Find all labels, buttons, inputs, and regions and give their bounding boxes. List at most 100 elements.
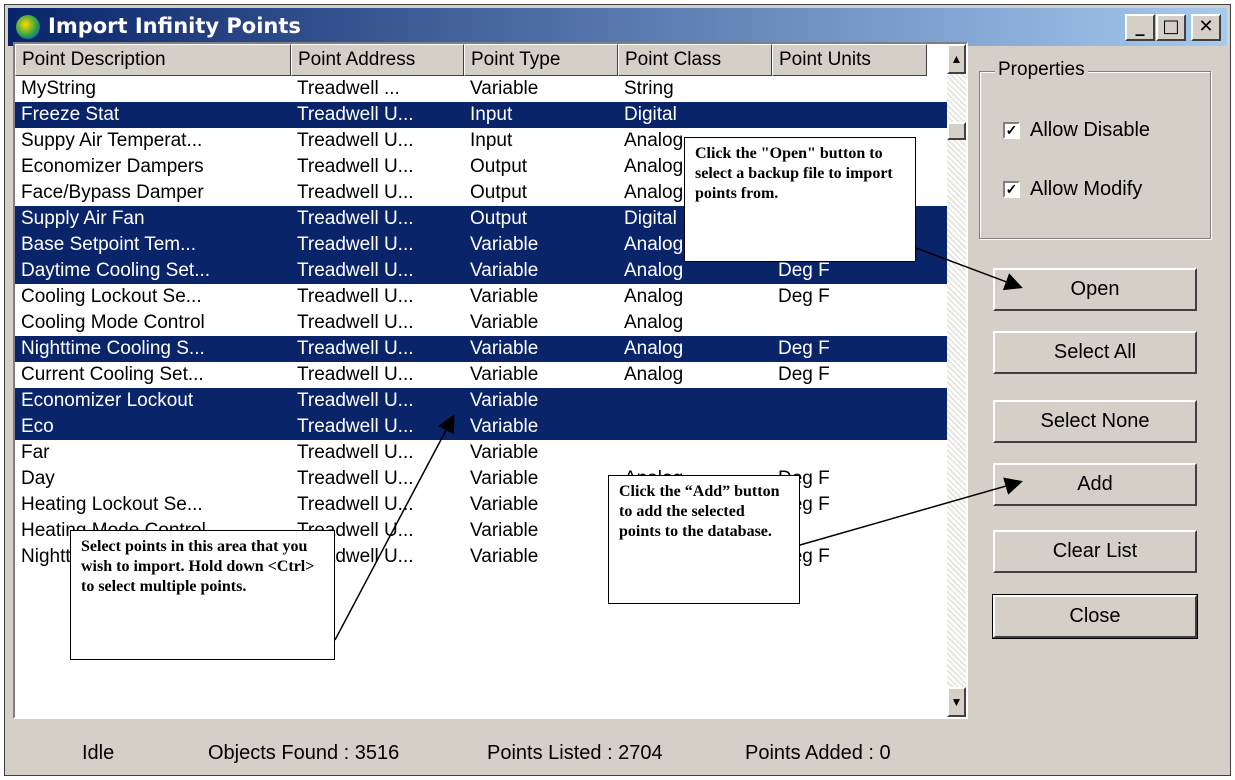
- cell-units: [772, 102, 927, 128]
- scroll-thumb[interactable]: [947, 122, 966, 140]
- cell-class: [618, 440, 772, 466]
- cell-type: Variable: [470, 312, 539, 333]
- cell-address: Treadwell U...: [297, 234, 414, 255]
- cell-address: Treadwell U...: [297, 494, 414, 515]
- select-none-button[interactable]: Select None: [993, 400, 1197, 443]
- cell-type: Variable: [470, 234, 539, 255]
- cell-type: Variable: [470, 442, 539, 463]
- table-row[interactable]: Nighttime Cooling S... Treadwell U... Vari…: [15, 336, 947, 362]
- cell-address: Treadwell U...: [297, 104, 414, 125]
- cell-type: Output: [470, 182, 528, 203]
- allow-disable-checkbox[interactable]: ✓: [1003, 122, 1020, 139]
- maximize-button[interactable]: □: [1156, 14, 1186, 41]
- infinity-app-icon: [16, 15, 40, 39]
- cell-type: Output: [470, 208, 528, 229]
- cell-class: Analog: [624, 338, 684, 359]
- cell-units: [772, 310, 927, 336]
- cell-description: MyString: [21, 78, 96, 99]
- cell-address: Treadwell U...: [297, 416, 414, 437]
- status-points-listed: Points Listed : 2704: [487, 742, 663, 764]
- window-title: Import Infinity Points: [48, 14, 301, 38]
- cell-units: [772, 440, 927, 466]
- allow-disable-label[interactable]: Allow Disable: [1030, 119, 1150, 142]
- column-header-address[interactable]: Point Address: [291, 44, 464, 76]
- properties-label: Properties: [995, 59, 1088, 81]
- table-row[interactable]: Heating Lockout Se... Treadwell U... Varia…: [15, 492, 947, 518]
- cell-type: Variable: [470, 78, 539, 99]
- scroll-down-icon[interactable]: ▼: [947, 687, 966, 717]
- cell-address: Treadwell U...: [297, 390, 414, 411]
- cell-type: Variable: [470, 520, 539, 541]
- add-button[interactable]: Add: [993, 463, 1197, 506]
- vertical-scrollbar[interactable]: ▲ ▼: [947, 44, 966, 717]
- table-row[interactable]: Eco Treadwell U... Variable: [15, 414, 947, 440]
- open-button[interactable]: Open: [993, 268, 1197, 311]
- table-row[interactable]: DayTreadwell U...VariableAnalogDeg F: [15, 466, 947, 492]
- status-objects-found: Objects Found : 3516: [208, 742, 400, 764]
- table-row[interactable]: Cooling Lockout Se... Treadwell U... Varia…: [15, 284, 947, 310]
- cell-description: Day: [21, 468, 55, 489]
- cell-type: Variable: [470, 286, 539, 307]
- cell-address: Treadwell U...: [297, 260, 414, 281]
- cell-units: Deg F: [778, 338, 830, 359]
- status-points-added: Points Added : 0: [745, 742, 891, 764]
- cell-address: Treadwell U...: [297, 442, 414, 463]
- table-row[interactable]: Cooling Mode Control Treadwell U... Variab…: [15, 310, 947, 336]
- properties-group: [979, 71, 1211, 239]
- status-state: Idle: [82, 742, 115, 764]
- clear-list-button[interactable]: Clear List: [993, 530, 1197, 573]
- cell-address: Treadwell U...: [297, 468, 414, 489]
- cell-units: [772, 76, 927, 102]
- allow-modify-label[interactable]: Allow Modify: [1030, 178, 1142, 201]
- table-row[interactable]: MyString Treadwell ... Variable String: [15, 76, 947, 102]
- cell-units: [772, 388, 927, 414]
- cell-type: Variable: [470, 260, 539, 281]
- cell-class: [618, 388, 772, 414]
- column-header-description[interactable]: Point Description: [15, 44, 291, 76]
- allow-modify-checkbox[interactable]: ✓: [1003, 181, 1020, 198]
- scroll-up-icon[interactable]: ▲: [947, 44, 966, 74]
- cell-description: Current Cooling Set...: [21, 364, 204, 385]
- cell-class: String: [624, 78, 674, 99]
- column-header-class[interactable]: Point Class: [618, 44, 772, 76]
- cell-description: Cooling Lockout Se...: [21, 286, 202, 307]
- cell-units: Deg F: [778, 286, 830, 307]
- cell-description: Eco: [21, 416, 54, 437]
- cell-description: Nighttime Cooling S...: [21, 338, 205, 359]
- cell-type: Input: [470, 104, 513, 125]
- title-bar[interactable]: Import Infinity Points _ □ ✕: [8, 8, 1227, 46]
- cell-type: Variable: [470, 546, 539, 567]
- cell-type: Variable: [470, 416, 539, 437]
- cell-description: Cooling Mode Control: [21, 312, 205, 333]
- cell-type: Variable: [470, 468, 539, 489]
- select-all-button[interactable]: Select All: [993, 331, 1197, 374]
- list-header: Point Description Point Address Point Ty…: [15, 44, 947, 76]
- cell-description: Economizer Lockout: [21, 390, 194, 411]
- cell-description: Freeze Stat: [21, 104, 120, 125]
- column-header-type[interactable]: Point Type: [464, 44, 618, 76]
- close-window-button[interactable]: ✕: [1191, 14, 1221, 41]
- cell-address: Treadwell U...: [297, 182, 414, 203]
- minimize-button[interactable]: _: [1125, 14, 1155, 41]
- cell-address: Treadwell U...: [297, 208, 414, 229]
- open-callout: Click the "Open" button to select a back…: [684, 137, 916, 262]
- cell-description: Suppy Air Temperat...: [21, 130, 203, 151]
- cell-description: Supply Air Fan: [21, 208, 145, 229]
- cell-type: Variable: [470, 338, 539, 359]
- cell-class: Digital: [624, 104, 677, 125]
- cell-address: Treadwell U...: [297, 286, 414, 307]
- cell-address: Treadwell U...: [297, 312, 414, 333]
- cell-type: Variable: [470, 494, 539, 515]
- table-row[interactable]: Economizer Lockout Treadwell U... Variable: [15, 388, 947, 414]
- cell-description: Heating Lockout Se...: [21, 494, 203, 515]
- table-row[interactable]: Freeze Stat Treadwell U... Input Digital: [15, 102, 947, 128]
- cell-type: Variable: [470, 390, 539, 411]
- column-header-units[interactable]: Point Units: [772, 44, 927, 76]
- cell-units: [772, 414, 927, 440]
- table-row[interactable]: Far Treadwell U... Variable: [15, 440, 947, 466]
- cell-address: Treadwell U...: [297, 156, 414, 177]
- table-row[interactable]: Current Cooling Set... Treadwell U... Vari…: [15, 362, 947, 388]
- close-button[interactable]: Close: [992, 594, 1198, 639]
- select-callout: Select points in this area that you wish…: [70, 530, 335, 660]
- cell-class: Analog: [624, 312, 684, 333]
